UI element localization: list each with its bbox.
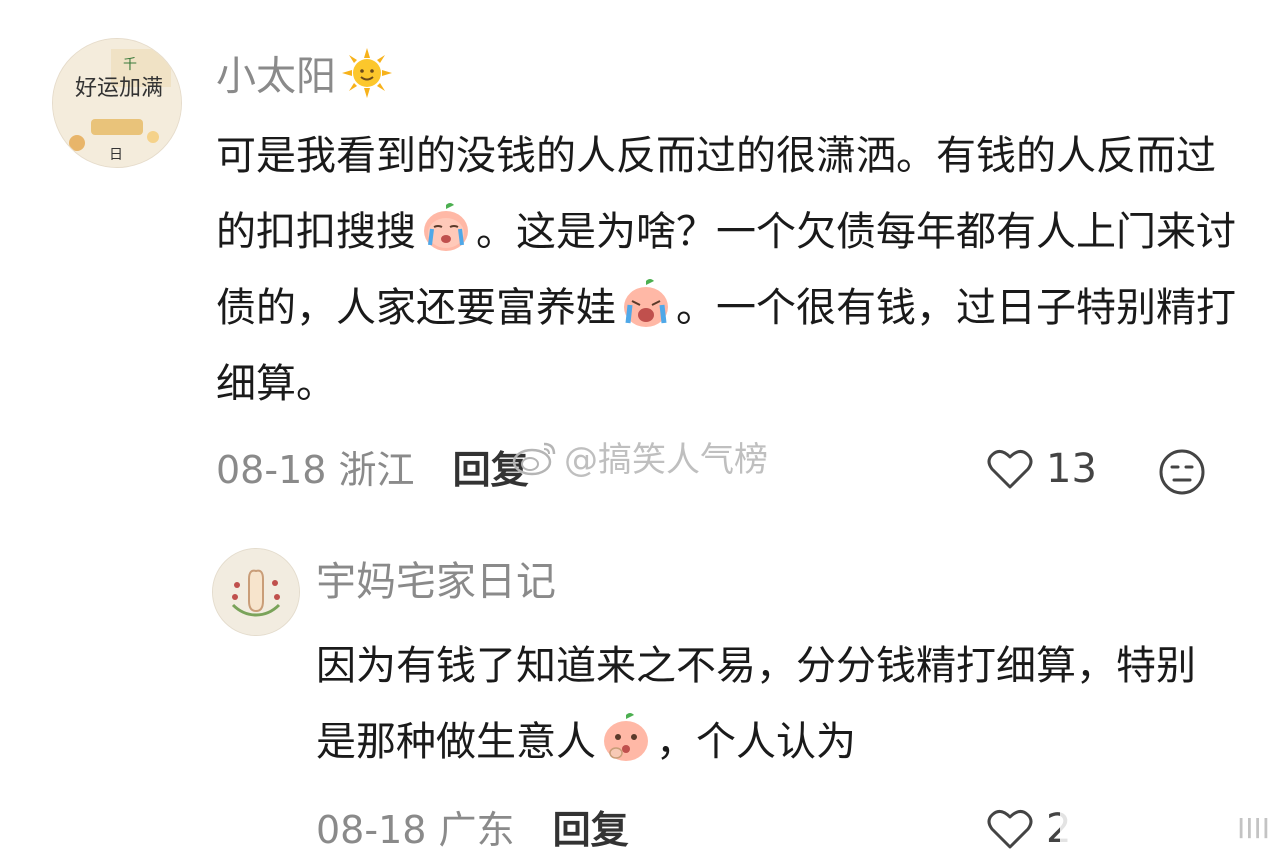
thinking-peach-emoji-icon — [598, 709, 654, 765]
heart-outline-icon — [987, 810, 1033, 849]
heart-outline-icon — [987, 450, 1033, 489]
reply-date: 08-18 — [316, 808, 427, 852]
reply-meta: 08-18 广东 回复 — [316, 808, 629, 852]
like-count: 13 — [1046, 446, 1097, 492]
corner-watermark-text: IIII — [1236, 811, 1270, 845]
reply-text-part-2: ，个人认为 — [656, 719, 856, 765]
watermark-text: @搞笑人气榜 — [564, 440, 768, 480]
svg-text:千: 千 — [123, 57, 137, 73]
avatar[interactable]: 千 好运加满 日 — [52, 38, 182, 168]
avatar-image — [213, 549, 299, 635]
comment-meta: 08-18 浙江 回复 — [216, 448, 529, 492]
corner-watermark: IIII — [1060, 806, 1276, 850]
comment-text: 可是我看到的没钱的人反而过的很潇洒。有钱的人反而过的扣扣搜搜 。这是为啥？一个欠… — [216, 118, 1236, 422]
neutral-face-icon[interactable] — [1158, 448, 1206, 500]
crying-peach-emoji-icon — [418, 199, 474, 255]
comment-date: 08-18 — [216, 448, 327, 492]
reply-avatar[interactable] — [212, 548, 300, 636]
reply-like-button[interactable]: 2 — [986, 806, 1071, 852]
avatar-image: 千 好运加满 日 — [53, 39, 181, 167]
like-button[interactable]: 13 — [986, 446, 1097, 492]
sun-emoji-icon — [342, 48, 392, 109]
username-text: 小太阳 — [216, 53, 336, 100]
reply-username[interactable]: 宇妈宅家日记 — [316, 558, 556, 606]
crying-peach-emoji-icon — [618, 275, 674, 331]
svg-text:日: 日 — [109, 147, 123, 163]
reply-button[interactable]: 回复 — [553, 808, 629, 852]
reply-text: 因为有钱了知道来之不易，分分钱精打细算，特别是那种做生意人 ，个人认为 — [316, 628, 1216, 780]
watermark: @搞笑人气榜 — [512, 432, 768, 481]
reply-location: 广东 — [438, 808, 515, 852]
avatar-text: 好运加满 — [75, 76, 163, 101]
weibo-logo-icon — [512, 442, 556, 475]
comment-location: 浙江 — [338, 448, 415, 492]
comment-username[interactable]: 小太阳 — [216, 48, 392, 109]
